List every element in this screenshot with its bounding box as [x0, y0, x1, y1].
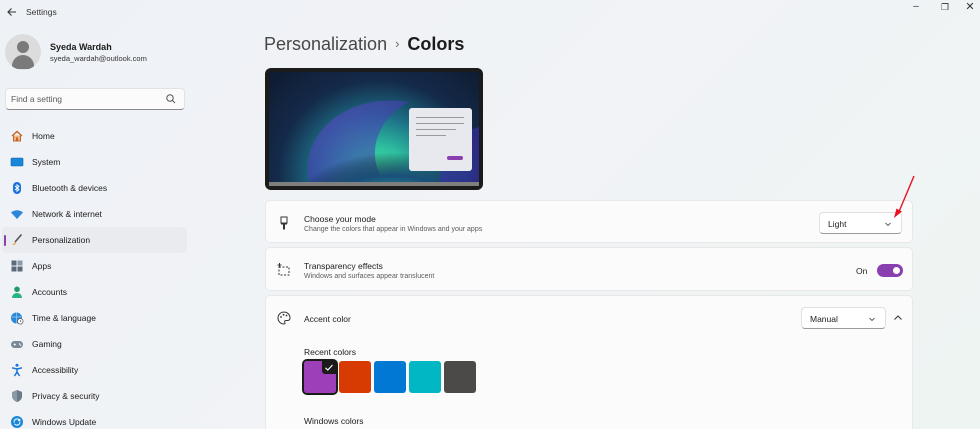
accessibility-icon	[11, 363, 23, 377]
color-swatch[interactable]	[409, 361, 441, 393]
preview-window	[409, 108, 472, 171]
user-name: Syeda Wardah	[50, 42, 112, 52]
mode-description: Change the colors that appear in Windows…	[304, 226, 483, 233]
apps-icon	[11, 260, 23, 272]
transparency-state-label: On	[856, 266, 868, 276]
minimize-button[interactable]: –	[906, 0, 926, 16]
sidebar-item-apps[interactable]: Apps	[2, 253, 187, 279]
color-swatch[interactable]	[302, 359, 338, 395]
sidebar-item-home[interactable]: Home	[2, 123, 187, 149]
sidebar-item-label: Accounts	[32, 287, 67, 297]
mode-dropdown-value: Light	[828, 219, 847, 229]
selection-indicator	[4, 235, 6, 246]
monitor-icon	[10, 157, 24, 167]
preview-accent-button	[447, 156, 463, 160]
sidebar-item-label: Apps	[32, 261, 52, 271]
transparency-description: Windows and surfaces appear translucent	[304, 273, 435, 280]
recent-colors-label: Recent colors	[304, 347, 356, 357]
sidebar-item-label: Network & internet	[32, 209, 102, 219]
sidebar-item-label: Privacy & security	[32, 391, 100, 401]
preview-line	[416, 123, 464, 124]
sidebar-item-label: Windows Update	[32, 417, 97, 427]
sidebar-item-label: Bluetooth & devices	[32, 183, 108, 193]
preview-line	[416, 117, 464, 118]
sidebar-item-gaming[interactable]: Gaming	[2, 331, 187, 357]
sidebar-item-network[interactable]: Network & internet	[2, 201, 187, 227]
breadcrumb: Personalization › Colors	[264, 34, 464, 55]
sidebar-item-windows-update[interactable]: Windows Update	[2, 409, 187, 429]
sidebar-item-label: Accessibility	[32, 365, 79, 375]
accent-expanded-panel: Recent colors Windows colors	[265, 340, 913, 429]
page-title: Colors	[407, 34, 465, 54]
sidebar-item-label: Home	[32, 131, 55, 141]
close-button[interactable]: ✕	[960, 0, 980, 16]
sidebar-item-bluetooth[interactable]: Bluetooth & devices	[2, 175, 187, 201]
mode-title: Choose your mode	[304, 214, 376, 224]
sidebar-item-system[interactable]: System	[2, 149, 187, 175]
app-title: Settings	[26, 7, 57, 17]
color-swatch[interactable]	[444, 361, 476, 393]
sidebar-item-accessibility[interactable]: Accessibility	[2, 357, 187, 383]
person-icon	[12, 286, 22, 298]
checkmark-icon	[322, 361, 336, 374]
color-swatch[interactable]	[339, 361, 371, 393]
chevron-up-icon[interactable]	[888, 308, 908, 328]
wifi-icon	[11, 210, 23, 219]
home-icon	[11, 130, 23, 142]
transparency-icon	[277, 263, 290, 276]
breadcrumb-separator: ›	[395, 36, 400, 51]
sidebar-item-label: System	[32, 157, 61, 167]
accent-title: Accent color	[304, 314, 351, 324]
transparency-card: Transparency effects Windows and surface…	[265, 247, 913, 291]
mode-card: Choose your mode Change the colors that …	[265, 200, 913, 243]
accent-mode-dropdown[interactable]: Manual	[801, 307, 886, 329]
chevron-down-icon	[869, 317, 875, 322]
search-input[interactable]	[11, 92, 161, 106]
sidebar-item-accounts[interactable]: Accounts	[2, 279, 187, 305]
sidebar-item-label: Time & language	[32, 313, 96, 323]
preview-taskbar	[269, 182, 479, 186]
paintbrush-icon	[280, 216, 288, 230]
back-arrow-icon	[7, 8, 16, 16]
sidebar-item-personalization[interactable]: Personalization	[2, 227, 187, 253]
windows-colors-label: Windows colors	[304, 416, 364, 426]
preview-line	[416, 129, 456, 130]
gamepad-icon	[11, 341, 23, 348]
search-box[interactable]	[5, 88, 185, 110]
sidebar-item-label: Personalization	[32, 235, 91, 245]
palette-icon	[277, 311, 291, 325]
avatar-head-shape	[17, 41, 29, 53]
sidebar-item-privacy-security[interactable]: Privacy & security	[2, 383, 187, 409]
toggle-knob	[893, 267, 900, 274]
search-icon[interactable]	[165, 93, 177, 105]
back-button[interactable]	[4, 4, 20, 20]
sidebar-nav: Home System Bluetooth & devices Network …	[0, 123, 190, 429]
transparency-toggle[interactable]	[877, 264, 903, 277]
accent-dropdown-value: Manual	[810, 314, 838, 324]
annotation-arrow	[894, 175, 915, 218]
shield-icon	[12, 390, 22, 402]
globe-clock-icon	[11, 312, 24, 325]
sidebar-item-label: Gaming	[32, 339, 62, 349]
color-swatch[interactable]	[374, 361, 406, 393]
bluetooth-icon	[13, 182, 21, 194]
brush-icon	[12, 233, 23, 246]
sidebar-item-time-language[interactable]: Time & language	[2, 305, 187, 331]
update-icon	[11, 416, 23, 428]
avatar-body-shape	[12, 55, 34, 69]
title-bar: Settings – ❐ ✕	[0, 0, 980, 26]
accent-card: Accent color Manual	[265, 295, 913, 341]
user-email: syeda_wardah@outlook.com	[50, 54, 147, 63]
transparency-title: Transparency effects	[304, 261, 383, 271]
avatar[interactable]	[5, 34, 41, 70]
chevron-down-icon	[885, 222, 891, 227]
restore-button[interactable]: ❐	[935, 0, 955, 16]
preview-line	[416, 135, 446, 136]
breadcrumb-parent[interactable]: Personalization	[264, 34, 387, 54]
